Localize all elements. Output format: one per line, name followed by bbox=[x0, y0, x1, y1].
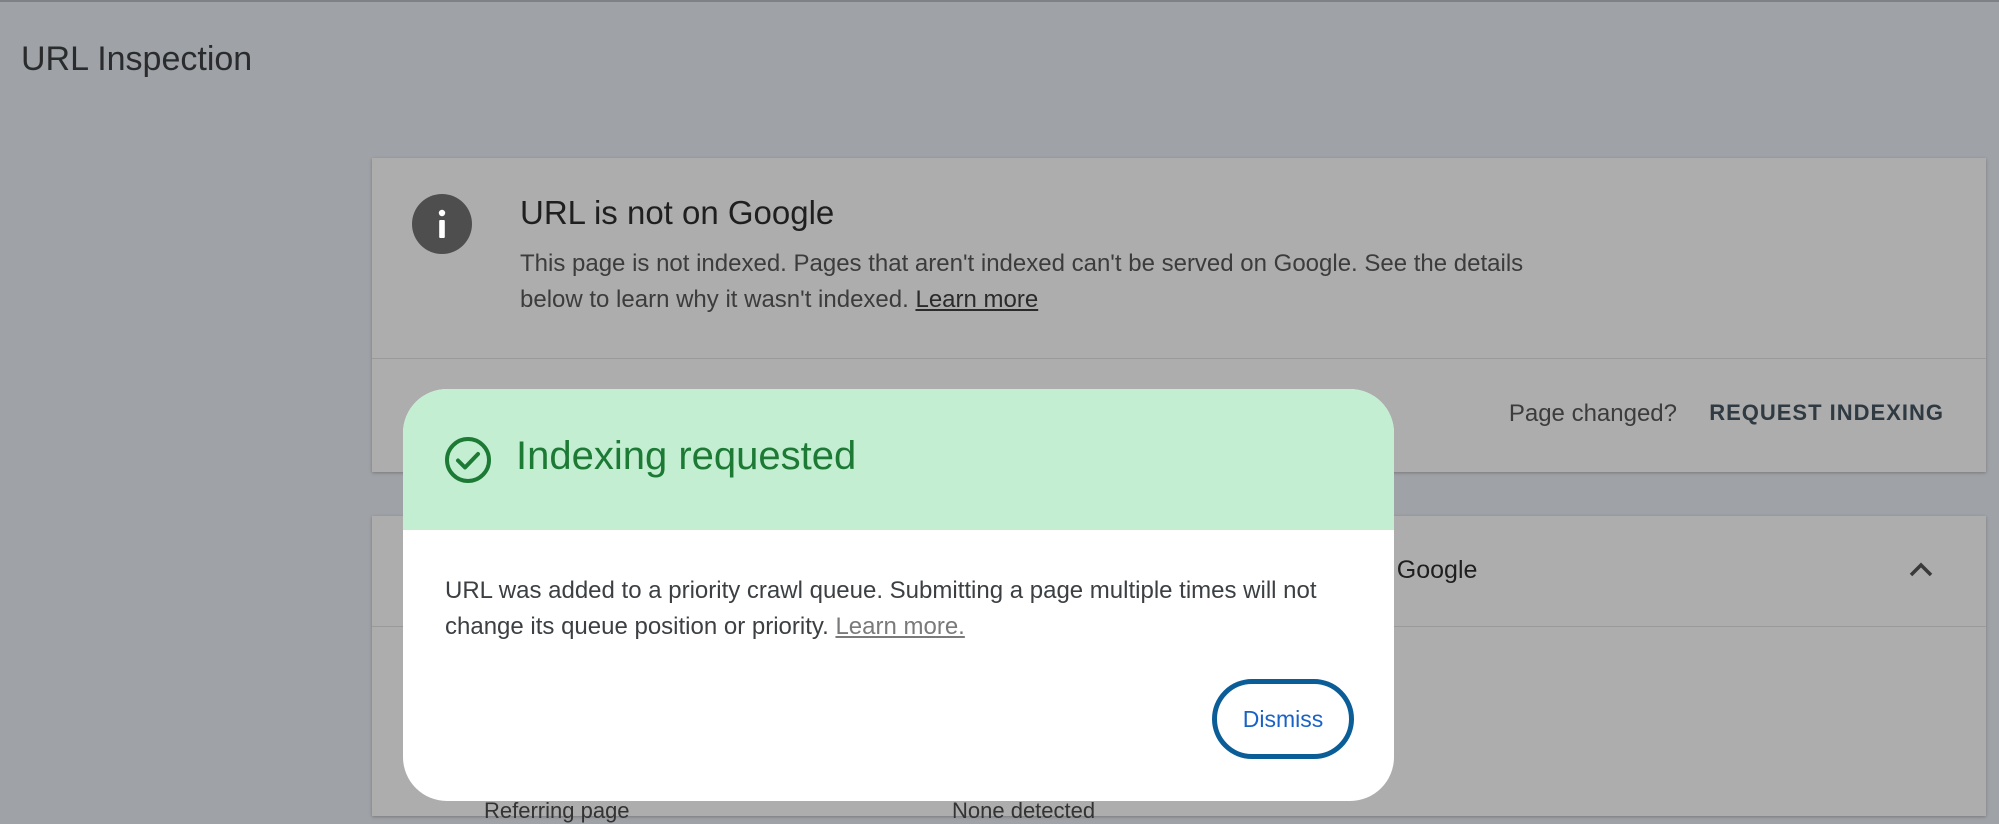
page-title: URL Inspection bbox=[21, 40, 253, 78]
page-changed-label: Page changed? bbox=[1508, 400, 1677, 427]
info-icon bbox=[412, 194, 472, 254]
dialog-header: Indexing requested bbox=[403, 389, 1394, 530]
indexing-requested-dialog: Indexing requested URL was added to a pr… bbox=[403, 389, 1394, 801]
status-title: URL is not on Google bbox=[520, 194, 835, 231]
referring-page-label: Referring page bbox=[484, 798, 630, 823]
top-divider bbox=[0, 0, 1999, 2]
chevron-up-icon[interactable] bbox=[1906, 560, 1936, 585]
learn-more-link[interactable]: Learn more bbox=[915, 286, 1038, 313]
dialog-learn-more-link[interactable]: Learn more. bbox=[835, 613, 964, 640]
card-divider bbox=[372, 358, 1986, 359]
status-description: This page is not indexed. Pages that are… bbox=[520, 250, 1524, 313]
dialog-title: Indexing requested bbox=[516, 434, 857, 478]
dismiss-button[interactable]: Dismiss bbox=[1212, 679, 1354, 759]
request-indexing-button[interactable]: REQUEST INDEXING bbox=[1709, 400, 1944, 426]
referring-page-value: None detected bbox=[952, 798, 1096, 823]
check-circle-icon bbox=[443, 435, 493, 490]
dialog-body: URL was added to a priority crawl queue.… bbox=[445, 577, 1317, 640]
